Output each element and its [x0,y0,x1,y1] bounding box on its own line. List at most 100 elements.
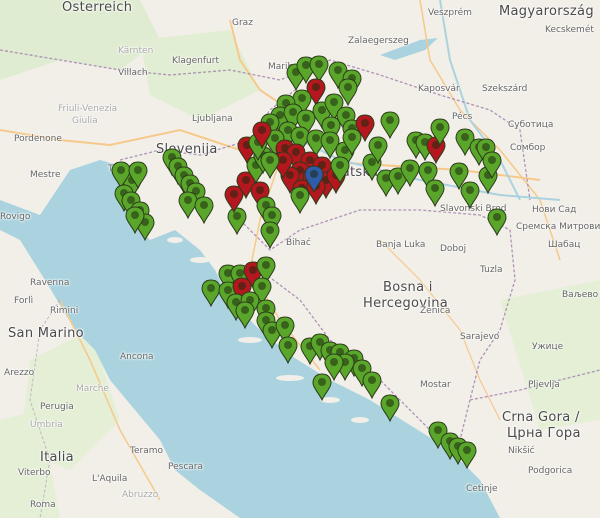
label-graz: Graz [232,18,253,28]
label-san-marino: San Marino [8,326,84,341]
label-banja-luka: Banja Luka [376,240,426,250]
marker-dot [281,321,289,329]
label-mostar: Mostar [420,380,451,390]
marker-dot [318,378,326,386]
label-zalaegerszeg: Zalaegerszeg [348,36,409,46]
label-pordenone: Pordenone [14,134,62,144]
marker-dot [326,136,334,144]
label-valjevo: Ваљево [562,290,599,300]
label-rimini: Rimini [50,306,79,316]
marker-dot [344,83,352,91]
label-karnten: Kärnten [118,46,154,56]
marker-dot [230,190,238,198]
marker-dot [242,176,250,184]
marker-dot [386,116,394,124]
marker-dot [466,186,474,194]
marker-dot [342,111,350,119]
label-italy: Italia [40,450,74,465]
label-perugia: Perugia [40,402,74,412]
label-subotica: Суботица [508,120,554,130]
marker-dot [348,133,356,141]
marker-dot [284,341,292,349]
label-marche: Marche [76,384,109,394]
marker-dot [394,172,402,180]
label-niksic: Nikšić [508,446,535,456]
label-bosnia-1: Bosna i [383,280,433,295]
label-sremska: Сремска Митровица [516,222,600,232]
marker-dot [207,284,215,292]
marker-dot [271,134,279,142]
marker-dot [184,196,192,204]
marker-dot [127,196,135,204]
label-ancona: Ancona [120,352,154,362]
label-doboj: Doboj [440,244,467,254]
marker-dot [330,98,338,106]
marker-dot [238,282,246,290]
map-canvas[interactable]: Österreich Magyarország Slovenija Bosna … [0,0,600,518]
marker-dot [292,148,300,156]
label-sabac: Шабац [548,240,581,250]
label-austria: Österreich [62,0,133,15]
label-uzice: Ужице [532,342,564,352]
marker-dot [268,211,276,219]
label-abruzzo: Abruzzo [122,490,159,500]
label-umbria: Umbria [30,420,63,430]
label-sombor: Сомбор [510,143,546,153]
marker-dot [436,123,444,131]
marker-dot [315,60,323,68]
marker-dot [302,61,310,69]
marker-dot [284,126,292,134]
label-friuli: Friuli-Venezia [58,104,118,114]
marker-dot [134,166,142,174]
marker-dot [368,158,376,166]
label-pljevlja: Pljevlja [528,380,560,390]
marker-dot [266,226,274,234]
label-pecs: Pécs [452,112,473,122]
marker-dot [482,143,490,151]
marker-dot [306,156,314,164]
marker-dot [117,166,125,174]
marker-dot [455,167,463,175]
marker-dot [318,106,326,114]
marker-dot [224,286,232,294]
marker-dot [312,83,320,91]
label-szekszard: Szekszárd [482,84,528,94]
marker-dot [241,306,249,314]
marker-dot [334,66,342,74]
label-rovigo: Rovigo [0,212,31,222]
label-villach: Villach [118,68,148,78]
marker-dot [131,211,139,219]
marker-dot [262,261,270,269]
label-giulia: Giulia [72,116,98,126]
marker-dot [312,134,320,142]
label-ljubljana: Ljubljana [192,114,233,124]
marker-dot [431,184,439,192]
marker-dot [262,304,270,312]
label-montenegro-2: Црна Гора [507,426,581,441]
marker-dot [200,201,208,209]
marker-dot [296,131,304,139]
marker-dot [386,399,394,407]
marker-dot [368,376,376,384]
marker-dot [236,269,244,277]
marker-dot [302,114,310,122]
marker-dot [406,164,414,172]
marker-dot [463,446,471,454]
label-roma: Roma [30,500,56,510]
marker-dot [298,94,306,102]
label-ravenna: Ravenna [30,278,70,288]
label-teramo: Teramo [130,446,163,456]
marker-dot [461,133,469,141]
label-tuzla: Tuzla [480,265,503,275]
label-laquila: L'Aquila [92,474,128,484]
marker-dot [488,156,496,164]
marker-dot [310,170,318,178]
marker-dot [256,186,264,194]
marker-dot [279,156,287,164]
marker-dot [336,161,344,169]
label-kaposvar: Kaposvár [418,84,460,94]
marker-dot [493,213,501,221]
marker-dot [327,121,335,129]
label-kecskemet: Kecskemét [545,25,594,35]
label-arezzo: Arezzo [4,368,35,378]
